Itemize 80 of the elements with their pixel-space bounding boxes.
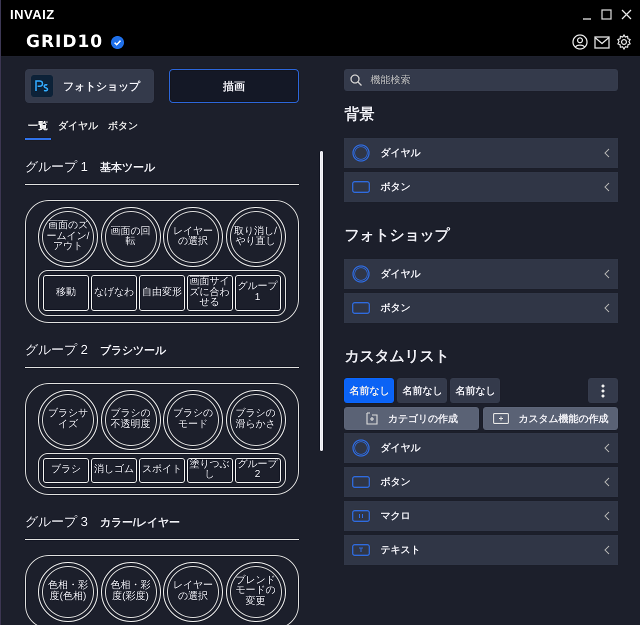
tab[interactable]: ボタン	[105, 116, 141, 140]
dial-icon	[352, 439, 370, 457]
group-title: グループ 2	[25, 340, 88, 358]
text-icon	[352, 544, 370, 556]
dial-control[interactable]: 色相・彩度(色相)	[38, 562, 98, 622]
dial-control[interactable]: 取り消し/やり直し	[226, 207, 286, 267]
key-button[interactable]: 消しゴム	[90, 458, 137, 482]
more-icon	[600, 384, 605, 398]
group-subtitle: カラー/レイヤー	[100, 516, 180, 530]
add-key-icon	[492, 413, 509, 424]
dial-icon	[352, 144, 370, 162]
dial-control[interactable]: 画面の回転	[100, 207, 160, 267]
chevron-icon	[604, 182, 610, 192]
chevron-icon	[604, 545, 610, 555]
section-title: カスタムリスト	[344, 347, 450, 366]
key-button[interactable]: ブラシ	[43, 458, 89, 482]
dial-control[interactable]: ブラシの不透明度	[100, 390, 160, 450]
folder-plus-icon	[366, 412, 378, 425]
dial-control[interactable]: ブラシのモード	[163, 390, 223, 450]
maximize-icon[interactable]	[601, 8, 612, 20]
group-title: グループ 3	[25, 512, 88, 530]
key-button[interactable]: グループ1	[234, 275, 280, 310]
section-title: フォトショップ	[344, 226, 452, 245]
scrollbar[interactable]	[320, 151, 323, 451]
key-button[interactable]: 自由変形	[138, 275, 185, 310]
group-subtitle: ブラシツール	[100, 344, 166, 358]
chevron-icon	[604, 443, 610, 453]
category-row[interactable]: ダイヤル	[344, 259, 618, 289]
chevron-icon	[604, 303, 610, 313]
settings-icon[interactable]	[616, 34, 632, 50]
dial-control[interactable]: レイヤーの選択	[163, 562, 223, 622]
dial-control[interactable]: ブレンドモードの変更	[226, 562, 286, 622]
key-icon	[352, 181, 370, 193]
category-row[interactable]: ボタン	[344, 467, 618, 497]
search-field[interactable]: 機能検索	[344, 69, 618, 91]
create-button[interactable]: カスタム機能の作成	[483, 407, 618, 430]
key-button[interactable]: 塗りつぶし	[186, 458, 233, 482]
list-tab[interactable]: 名前なし	[397, 378, 448, 403]
category-row[interactable]: ボタン	[344, 293, 618, 323]
category-row[interactable]: ボタン	[344, 172, 618, 202]
group-subtitle: 基本ツール	[100, 160, 155, 175]
close-icon[interactable]	[621, 8, 632, 20]
device-name: GRID10	[26, 32, 104, 52]
key-button[interactable]: 移動	[43, 275, 89, 310]
category-row[interactable]: マクロ	[344, 501, 618, 531]
chevron-icon	[604, 148, 610, 158]
tab[interactable]: ダイヤル	[55, 116, 101, 140]
key-icon	[352, 302, 370, 314]
key-button[interactable]: スポイト	[138, 458, 185, 482]
verified-icon	[111, 36, 124, 48]
chevron-icon	[604, 511, 610, 521]
mode-button[interactable]: 描画	[169, 69, 299, 103]
chevron-icon	[604, 269, 610, 279]
dial-control[interactable]: 色相・彩度(彩度)	[100, 562, 160, 622]
chevron-icon	[604, 477, 610, 487]
dial-icon	[352, 265, 370, 283]
mail-icon[interactable]	[594, 36, 610, 48]
key-button[interactable]: なげなわ	[90, 275, 137, 310]
category-row[interactable]: テキスト	[344, 535, 618, 565]
tab[interactable]: 一覧	[25, 116, 51, 140]
user-icon[interactable]	[572, 34, 588, 50]
brand-logo: INVAIZ	[10, 6, 55, 22]
key-button[interactable]: グループ2	[234, 458, 280, 482]
dial-control[interactable]: ブラシの滑らかさ	[226, 390, 286, 450]
list-tab[interactable]: 名前なし	[344, 378, 394, 403]
dial-control[interactable]: 画面のズームイン/アウト	[38, 207, 98, 267]
create-button[interactable]: カテゴリの作成	[344, 407, 480, 430]
key-icon	[352, 476, 370, 488]
list-tab[interactable]: 名前なし	[450, 378, 500, 403]
macro-icon	[352, 510, 370, 522]
more-button[interactable]	[588, 378, 618, 403]
category-row[interactable]: ダイヤル	[344, 433, 618, 463]
dial-control[interactable]: レイヤーの選択	[163, 207, 223, 267]
key-button[interactable]: 画面サイズに合わせる	[186, 275, 233, 310]
category-row[interactable]: ダイヤル	[344, 138, 618, 168]
app-button[interactable]: フォトショップ	[25, 69, 154, 103]
section-title: 背景	[344, 105, 376, 124]
app-logo-icon	[31, 75, 53, 97]
group-title: グループ 1	[25, 158, 88, 176]
dial-control[interactable]: ブラシサイズ	[38, 390, 98, 450]
